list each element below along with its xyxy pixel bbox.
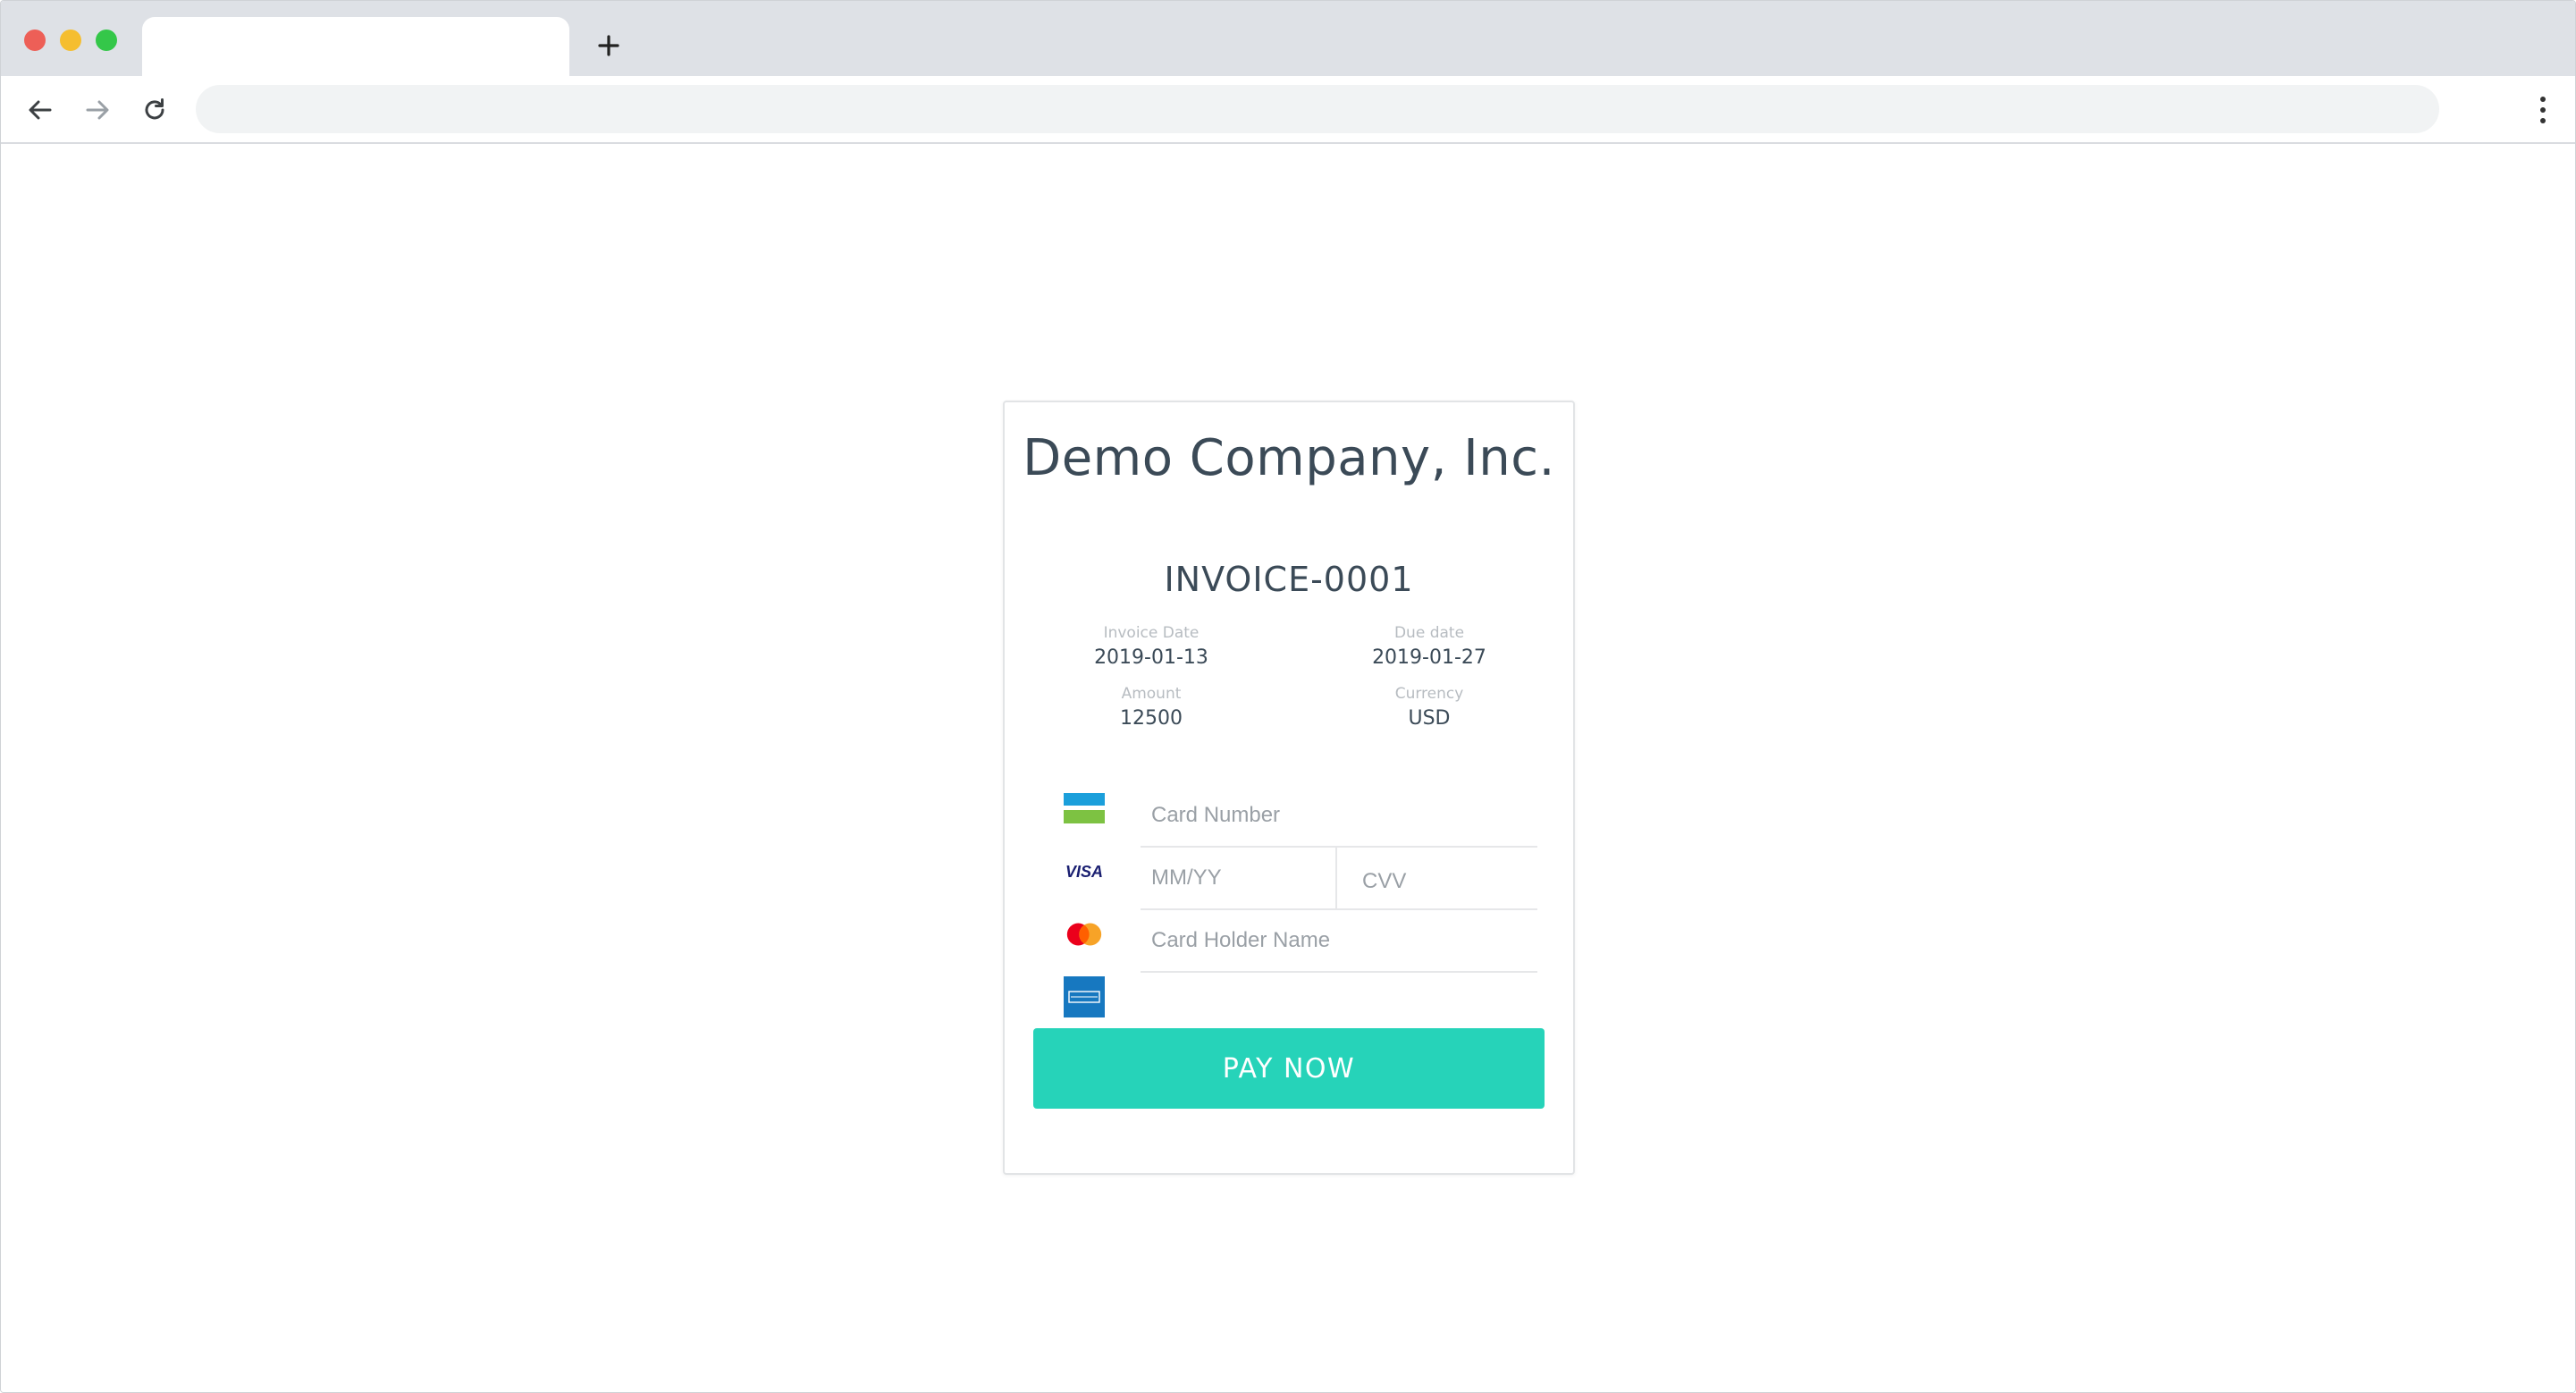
cvv-field[interactable] [1337,844,1537,912]
invoice-date-value: 2019-01-13 [1094,646,1208,669]
browser-tab[interactable] [142,17,569,76]
invoice-payment-card: Demo Company, Inc. INVOICE-0001 Invoice … [1003,401,1575,1175]
new-tab-button[interactable] [591,28,627,63]
due-date-block: Due date 2019-01-27 [1340,624,1519,669]
menu-dot [2540,107,2546,113]
close-window-button[interactable] [24,30,46,51]
arrow-right-icon [86,100,109,120]
pay-now-button[interactable]: PAY NOW [1033,1028,1545,1109]
visa-icon: VISA [1064,851,1105,892]
arrow-left-icon [29,100,52,120]
expiry-field[interactable] [1141,848,1337,910]
address-bar[interactable] [196,85,2439,133]
menu-dot [2540,118,2546,123]
expiry-input[interactable] [1141,848,1335,908]
invoice-date-label: Invoice Date [1103,624,1200,642]
reload-button[interactable] [135,90,174,130]
card-number-field[interactable] [1141,785,1537,848]
plus-icon [598,35,619,56]
reload-icon [145,98,164,120]
due-date-label: Due date [1393,624,1465,642]
tab-strip [1,1,2575,76]
amex-icon [1064,976,1105,1017]
invoice-date-block: Invoice Date 2019-01-13 [1062,624,1241,669]
generic-card-icon [1064,789,1105,830]
card-holder-field[interactable] [1141,910,1537,973]
mastercard-icon [1064,914,1105,955]
amount-label: Amount [1121,685,1182,703]
invoice-number: INVOICE-0001 [1164,560,1414,599]
amount-block: Amount 12500 [1062,685,1241,730]
currency-value: USD [1408,707,1451,730]
browser-toolbar [1,76,2575,144]
browser-window: Demo Company, Inc. INVOICE-0001 Invoice … [0,0,2576,1393]
page-viewport: Demo Company, Inc. INVOICE-0001 Invoice … [1,144,2575,1392]
browser-menu-button[interactable] [2534,90,2552,130]
card-number-input[interactable] [1141,785,1537,846]
company-name: Demo Company, Inc. [1023,429,1555,487]
currency-block: Currency USD [1340,685,1519,730]
menu-dot [2540,97,2546,102]
amount-value: 12500 [1120,707,1183,730]
back-button[interactable] [21,90,60,130]
minimize-window-button[interactable] [60,30,81,51]
cvv-input[interactable] [1337,844,1537,912]
currency-label: Currency [1394,685,1464,703]
forward-button[interactable] [78,90,117,130]
svg-text:VISA: VISA [1065,863,1103,881]
due-date-value: 2019-01-27 [1372,646,1486,669]
card-holder-input[interactable] [1141,910,1537,971]
maximize-window-button[interactable] [96,30,117,51]
